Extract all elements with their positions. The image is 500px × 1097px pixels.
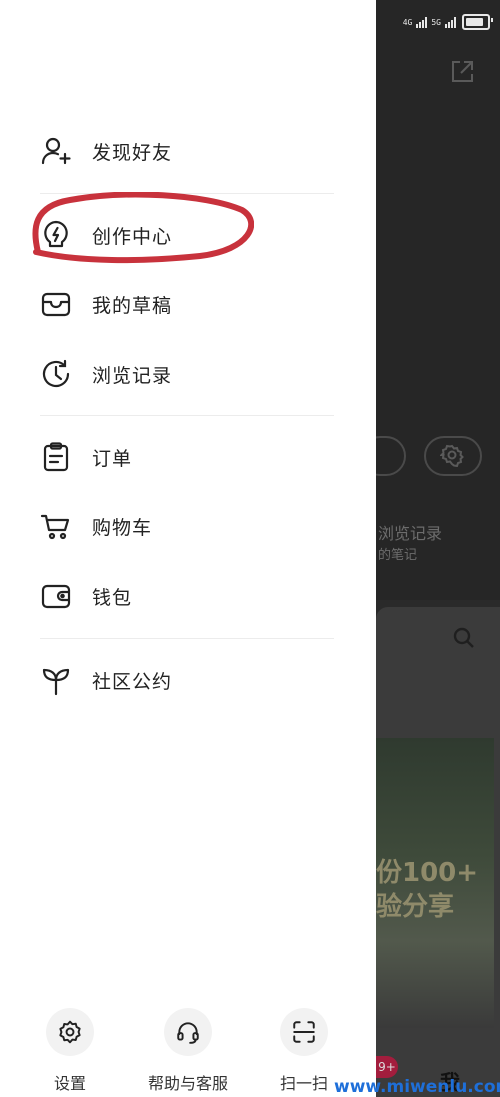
menu-item-cart[interactable]: 购物车	[40, 501, 340, 551]
history-clock-icon	[42, 359, 70, 388]
menu-item-community-guidelines[interactable]: 社区公约	[40, 655, 340, 705]
headset-icon	[177, 1022, 199, 1044]
menu-label-find-friends: 发现好友	[92, 141, 173, 164]
menu-item-creator-center[interactable]: 创作中心	[40, 210, 340, 260]
note-cover-image: 份100+ 验分享	[376, 738, 494, 1028]
notification-badge: 9+	[376, 1056, 398, 1078]
share-icon	[448, 58, 476, 90]
cart-icon	[40, 514, 70, 540]
add-friend-icon	[41, 137, 71, 165]
browse-history-dimmed: 浏览记录	[378, 524, 443, 543]
menu-label-creator-center: 创作中心	[92, 225, 173, 248]
signal-icon-1	[416, 16, 428, 28]
profile-header-dimmed	[376, 0, 500, 600]
signal-icon-2	[445, 16, 456, 28]
settings-label: 设置	[53, 1074, 86, 1093]
battery-icon	[462, 14, 493, 30]
menu-label-browse-history: 浏览记录	[92, 364, 173, 387]
menu-item-wallet[interactable]: 钱包	[40, 571, 340, 621]
menu-label-orders: 订单	[92, 447, 133, 470]
divider	[40, 193, 334, 194]
sprout-icon	[42, 668, 70, 696]
search-icon	[452, 626, 476, 654]
menu-label-drafts: 我的草稿	[92, 294, 173, 317]
gear-icon	[59, 1020, 81, 1044]
menu-item-drafts[interactable]: 我的草稿	[40, 279, 340, 329]
scan-button[interactable]	[280, 1008, 328, 1056]
help-service-label: 帮助与客服	[147, 1074, 228, 1093]
wallet-icon	[41, 584, 71, 609]
divider	[40, 415, 334, 416]
side-drawer: 发现好友 创作中心 我的草稿 浏览记录 订单 购物车 钱包 社区公约 设置 帮助…	[0, 0, 376, 1097]
help-service-button[interactable]	[164, 1008, 212, 1056]
menu-item-orders[interactable]: 订单	[40, 432, 340, 482]
menu-label-cart: 购物车	[92, 516, 153, 539]
network-4g-label: 4G	[402, 17, 413, 27]
scan-icon	[293, 1021, 315, 1043]
menu-label-community-guidelines: 社区公约	[92, 670, 173, 693]
cover-text-1: 份100+	[376, 858, 479, 888]
watermark-text: www.miwenlu.com	[334, 1077, 500, 1097]
clipboard-icon	[43, 442, 69, 472]
settings-button[interactable]	[46, 1008, 94, 1056]
divider	[40, 638, 334, 639]
notes-hint-dimmed: 的笔记	[378, 548, 418, 563]
lightbulb-bolt-icon	[44, 220, 68, 248]
menu-item-find-friends[interactable]: 发现好友	[40, 126, 340, 176]
menu-item-browse-history[interactable]: 浏览记录	[40, 349, 340, 399]
status-bar: 4G 5G	[402, 8, 493, 36]
network-5g-label: 5G	[431, 17, 441, 27]
menu-label-wallet: 钱包	[92, 586, 133, 609]
drafts-tray-icon	[41, 292, 71, 317]
cover-text-2: 验分享	[376, 892, 455, 922]
settings-button-dimmed	[424, 436, 482, 476]
